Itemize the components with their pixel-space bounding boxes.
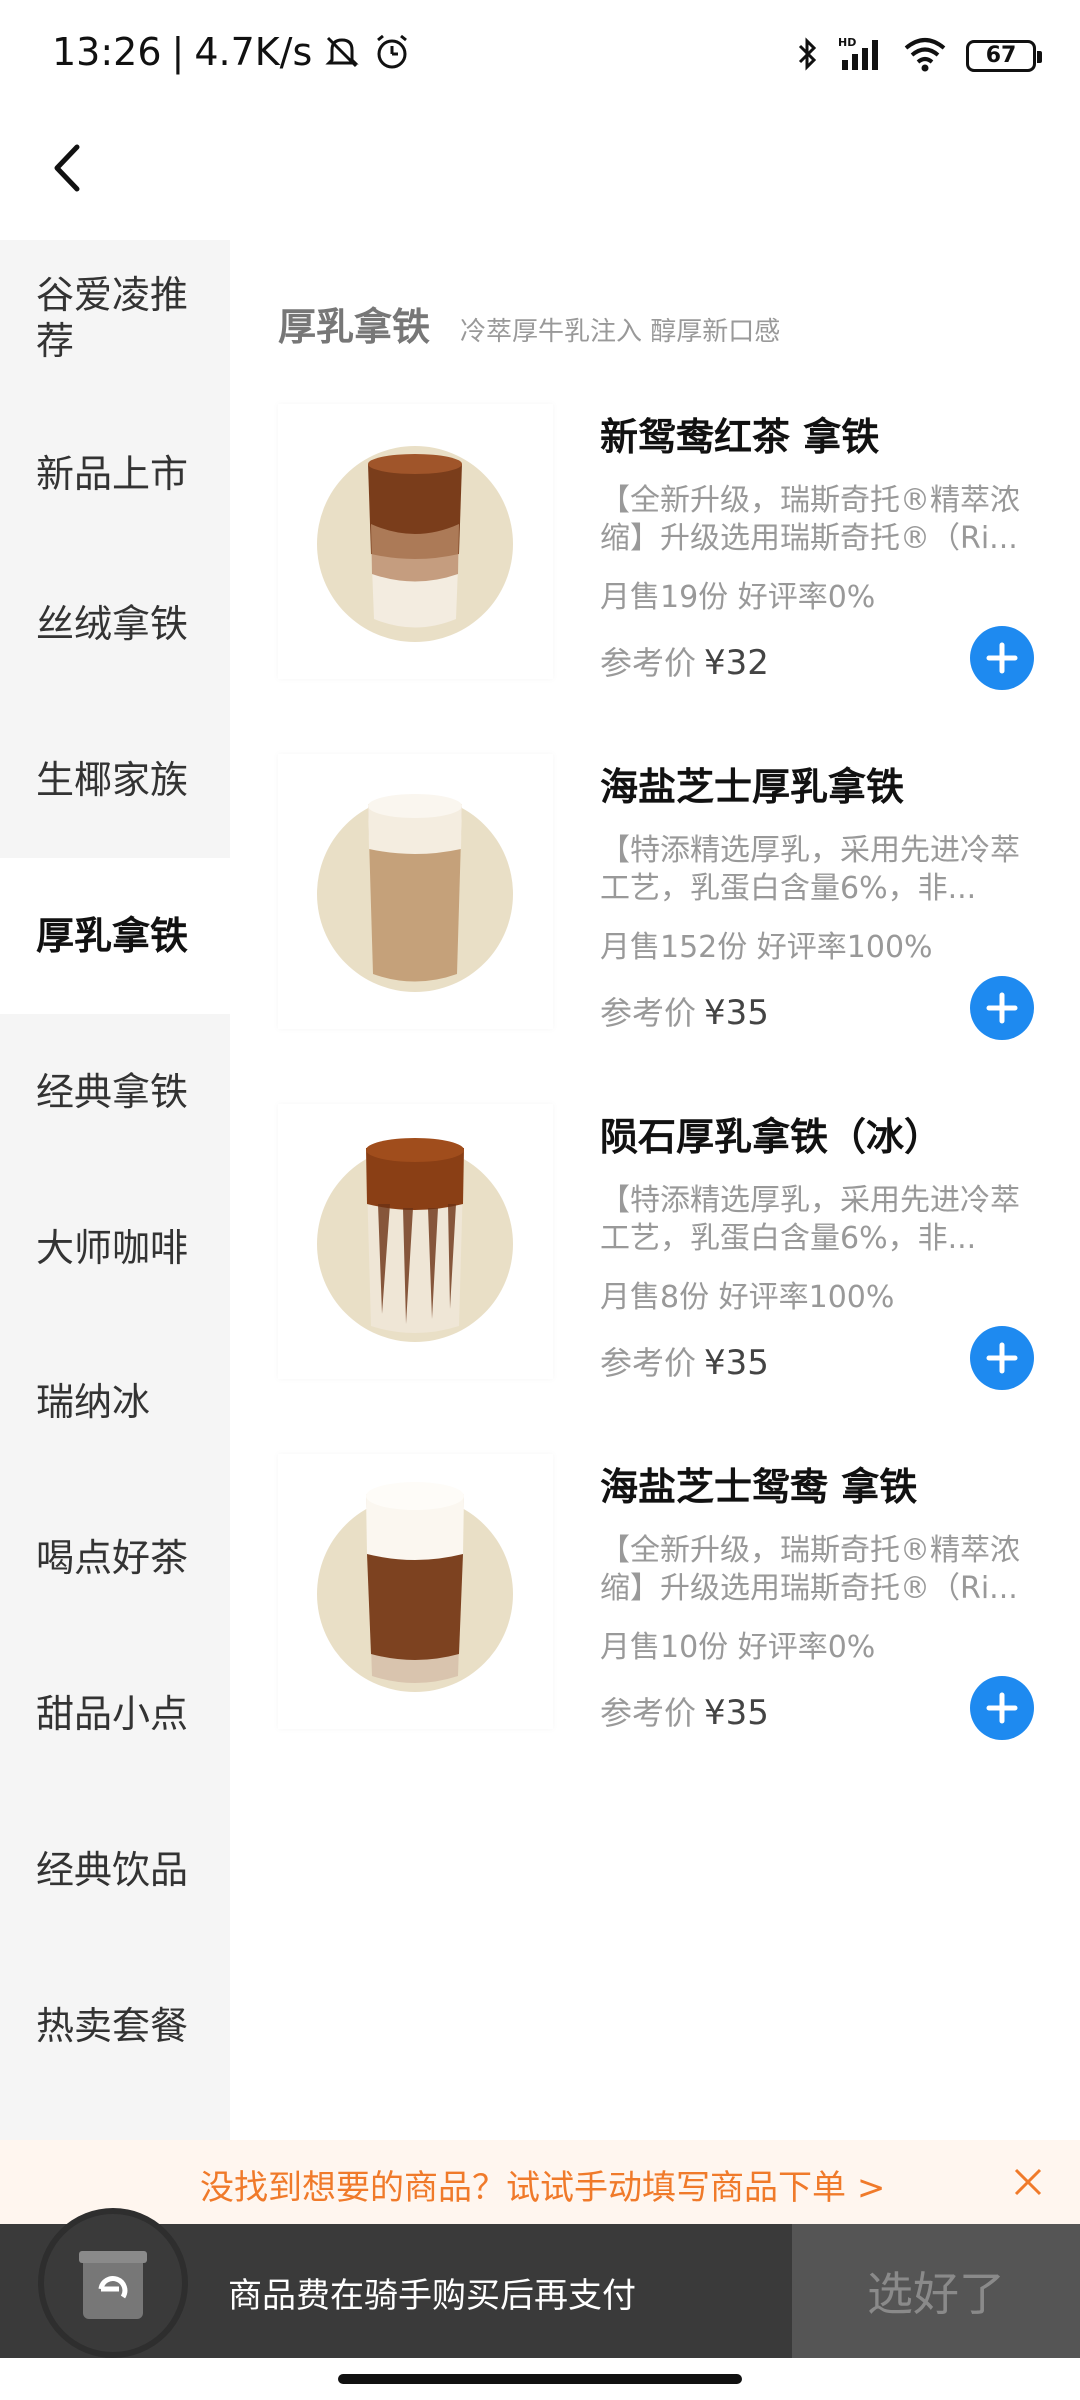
price-label: 参考价 <box>600 1694 697 1732</box>
product-description: 【全新升级，瑞斯奇托®精萃浓缩】升级选用瑞斯奇托®（Ri... <box>600 483 1020 556</box>
manual-order-link[interactable]: 没找到想要的商品？试试手动填写商品下单 > <box>200 2160 885 2209</box>
product-card[interactable]: 新鸳鸯红茶 拿铁 【全新升级，瑞斯奇托®精萃浓缩】升级选用瑞斯奇托®（Ri...… <box>278 404 1058 704</box>
product-description: 【特添精选厚乳，采用先进冷萃工艺，乳蛋白含量6%，非... <box>600 833 1020 906</box>
price-value: ¥35 <box>704 993 769 1033</box>
sidebar-item-classic-latte[interactable]: 经典拿铁 <box>0 1014 230 1170</box>
plus-icon <box>986 1692 1018 1724</box>
close-icon <box>1014 2168 1042 2196</box>
product-name: 海盐芝士厚乳拿铁 <box>600 765 905 809</box>
add-to-cart-button[interactable] <box>970 1676 1034 1740</box>
sidebar-item-coconut[interactable]: 生椰家族 <box>0 702 230 858</box>
close-banner-button[interactable] <box>1008 2162 1048 2202</box>
svg-text:HD: HD <box>838 36 856 49</box>
chevron-left-icon <box>54 144 80 192</box>
status-network-speed: 4.7K/s <box>194 30 313 74</box>
sidebar-item-label: 经典饮品 <box>36 1848 189 1892</box>
status-right: HD 67 <box>796 34 1042 78</box>
manual-order-banner[interactable]: 没找到想要的商品？试试手动填写商品下单 > <box>0 2140 1080 2224</box>
product-sales: 月售19份 好评率0% <box>600 580 876 615</box>
product-name: 陨石厚乳拿铁（冰） <box>600 1115 943 1159</box>
price-value: ¥35 <box>704 1343 769 1383</box>
sidebar-item-label: 瑞纳冰 <box>36 1380 151 1424</box>
sidebar-item-label: 大师咖啡 <box>36 1226 189 1270</box>
sidebar-item-combos[interactable]: 热卖套餐 <box>0 1948 230 2104</box>
add-to-cart-button[interactable] <box>970 1326 1034 1390</box>
cart-button[interactable] <box>38 2208 188 2358</box>
plus-icon <box>986 992 1018 1024</box>
product-description: 【全新升级，瑞斯奇托®精萃浓缩】升级选用瑞斯奇托®（Ri... <box>600 1533 1020 1606</box>
category-title: 厚乳拿铁 <box>278 305 431 349</box>
product-image[interactable] <box>278 1104 553 1379</box>
sidebar-item-label: 热卖套餐 <box>36 2004 189 2048</box>
plus-icon <box>986 1342 1018 1374</box>
bottom-checkout-bar: 商品费在骑手购买后再支付 选好了 <box>0 2208 1080 2358</box>
wifi-icon <box>902 34 948 78</box>
chevron-right-icon: > <box>856 2168 886 2208</box>
sidebar-item-label: 喝点好茶 <box>36 1536 189 1580</box>
sidebar-item-master-coffee[interactable]: 大师咖啡 <box>0 1170 230 1326</box>
product-image[interactable] <box>278 1454 553 1729</box>
product-card[interactable]: 海盐芝士厚乳拿铁 【特添精选厚乳，采用先进冷萃工艺，乳蛋白含量6%，非... 月… <box>278 754 1058 1054</box>
product-price: 参考价 ¥35 <box>600 1338 769 1384</box>
sidebar-item-label: 新品上市 <box>36 452 189 496</box>
product-price: 参考价 ¥32 <box>600 638 769 684</box>
category-header: 厚乳拿铁 冷萃厚牛乳注入 醇厚新口感 <box>278 296 780 351</box>
payment-note: 商品费在骑手购买后再支付 <box>228 2276 636 2316</box>
home-indicator[interactable] <box>338 2374 742 2384</box>
sidebar-item-classic-drinks[interactable]: 经典饮品 <box>0 1792 230 1948</box>
price-value: ¥32 <box>704 643 769 683</box>
product-image[interactable] <box>278 404 553 679</box>
sidebar-item-desserts[interactable]: 甜品小点 <box>0 1636 230 1792</box>
price-label: 参考价 <box>600 994 697 1032</box>
product-image[interactable] <box>278 754 553 1029</box>
bluetooth-icon <box>796 34 820 78</box>
sidebar-item-ice[interactable]: 瑞纳冰 <box>0 1324 230 1480</box>
product-name: 海盐芝士鸳鸯 拿铁 <box>600 1465 918 1509</box>
back-button[interactable] <box>36 128 96 208</box>
product-description: 【特添精选厚乳，采用先进冷萃工艺，乳蛋白含量6%，非... <box>600 1183 1020 1256</box>
add-to-cart-button[interactable] <box>970 976 1034 1040</box>
status-divider: | <box>171 30 185 74</box>
sidebar-item-label: 谷爱凌推荐 <box>36 273 189 363</box>
category-sidebar: 谷爱凌推荐 新品上市 丝绒拿铁 生椰家族 厚乳拿铁 经典拿铁 大师咖啡 瑞纳冰 … <box>0 240 230 2140</box>
sidebar-item-label: 经典拿铁 <box>36 1070 189 1114</box>
status-time: 13:26 <box>52 30 162 74</box>
product-price: 参考价 ¥35 <box>600 988 769 1034</box>
product-card[interactable]: 陨石厚乳拿铁（冰） 【特添精选厚乳，采用先进冷萃工艺，乳蛋白含量6%，非... … <box>278 1104 1058 1404</box>
mute-icon <box>322 32 362 72</box>
confirm-selection-button[interactable]: 选好了 <box>792 2224 1080 2358</box>
price-label: 参考价 <box>600 1344 697 1382</box>
signal-icon: HD <box>838 34 884 78</box>
sidebar-item-tea[interactable]: 喝点好茶 <box>0 1480 230 1636</box>
product-card[interactable]: 海盐芝士鸳鸯 拿铁 【全新升级，瑞斯奇托®精萃浓缩】升级选用瑞斯奇托®（Ri..… <box>278 1454 1058 1754</box>
product-name: 新鸳鸯红茶 拿铁 <box>600 415 880 459</box>
plus-icon <box>986 642 1018 674</box>
sidebar-item-label: 生椰家族 <box>36 758 189 802</box>
sidebar-item-velvet-latte[interactable]: 丝绒拿铁 <box>0 546 230 702</box>
status-left: 13:26 | 4.7K/s <box>52 30 412 74</box>
price-value: ¥35 <box>704 1693 769 1733</box>
sidebar-item-label: 甜品小点 <box>36 1692 189 1736</box>
sidebar-item-label: 丝绒拿铁 <box>36 602 189 646</box>
sidebar-item-label: 厚乳拿铁 <box>36 914 189 958</box>
sidebar-item-recommend[interactable]: 谷爱凌推荐 <box>0 240 230 396</box>
sidebar-item-new[interactable]: 新品上市 <box>0 396 230 552</box>
sidebar-item-thick-milk-latte[interactable]: 厚乳拿铁 <box>0 858 230 1014</box>
product-sales: 月售152份 好评率100% <box>600 930 933 965</box>
battery-icon: 67 <box>966 40 1042 72</box>
product-sales: 月售10份 好评率0% <box>600 1630 876 1665</box>
add-to-cart-button[interactable] <box>970 626 1034 690</box>
alarm-icon <box>372 32 412 72</box>
category-subtitle: 冷萃厚牛乳注入 醇厚新口感 <box>460 317 781 347</box>
price-label: 参考价 <box>600 644 697 682</box>
product-sales: 月售8份 好评率100% <box>600 1280 895 1315</box>
manual-order-text: 没找到想要的商品？试试手动填写商品下单 <box>200 2168 846 2208</box>
status-bar: 13:26 | 4.7K/s HD 67 <box>0 0 1080 112</box>
shopping-bag-icon <box>79 2251 147 2319</box>
product-price: 参考价 ¥35 <box>600 1688 769 1734</box>
